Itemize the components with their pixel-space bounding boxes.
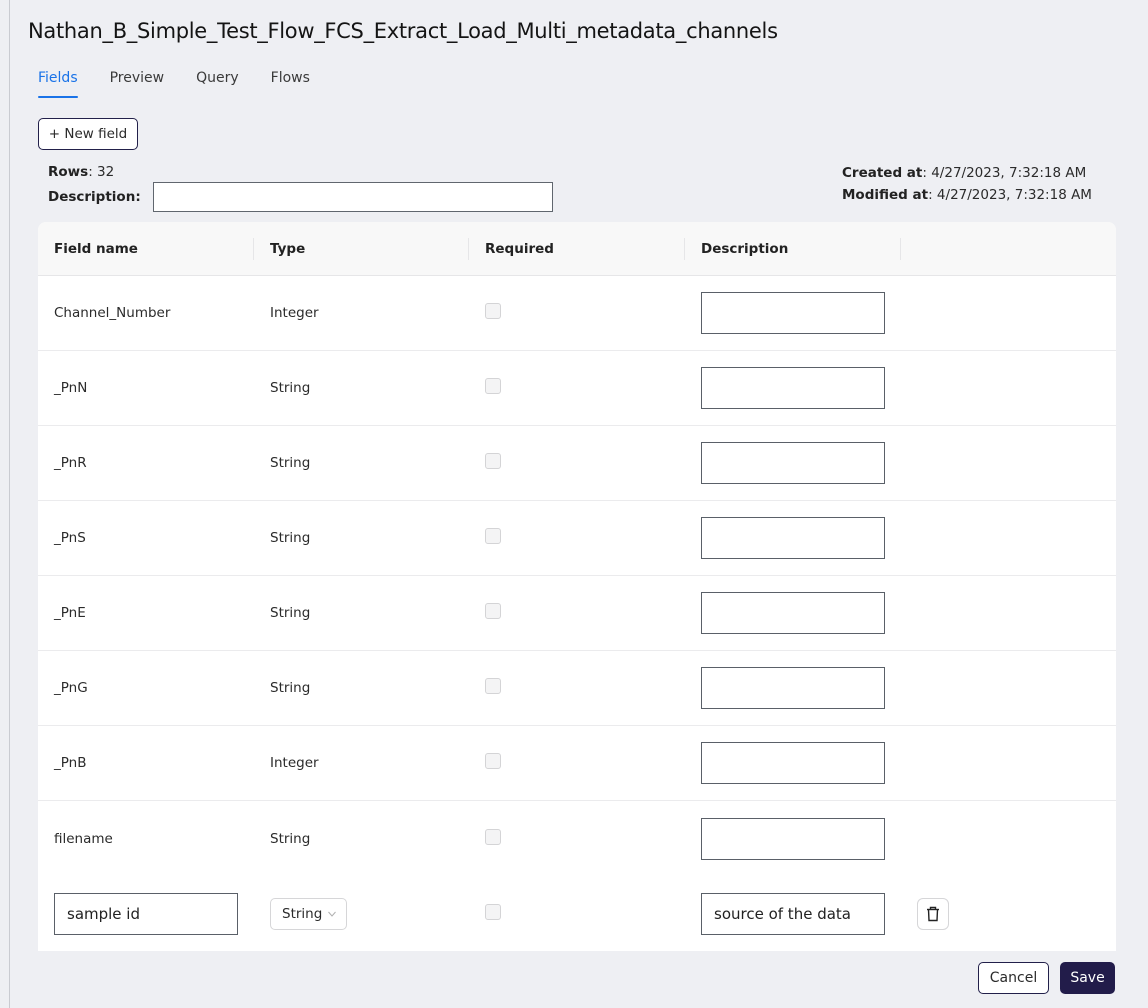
field-type-cell: Integer: [270, 305, 319, 321]
field-name-cell: _PnE: [54, 605, 86, 621]
table-row: filename String: [38, 801, 1116, 876]
description-cell-input[interactable]: [701, 592, 885, 634]
description-label: Description:: [48, 189, 141, 205]
created-label: Created at: [842, 165, 923, 181]
delete-field-button[interactable]: [917, 897, 949, 930]
field-type-cell: String: [270, 455, 311, 471]
description-cell-input[interactable]: [701, 292, 885, 334]
tab-query[interactable]: Query: [196, 68, 239, 98]
field-name-cell: _PnS: [54, 530, 86, 546]
description-row: Description:: [48, 182, 553, 212]
column-header-field-name: Field name: [38, 237, 254, 260]
tab-flows[interactable]: Flows: [271, 68, 310, 98]
tab-preview[interactable]: Preview: [110, 68, 165, 98]
rows-label: Rows: [48, 164, 89, 180]
tab-bar: Fields Preview Query Flows: [38, 68, 342, 98]
required-checkbox[interactable]: [485, 453, 501, 469]
field-type-cell: String: [270, 530, 311, 546]
required-checkbox[interactable]: [485, 303, 501, 319]
field-type-cell: String: [270, 830, 311, 847]
rows-info: Rows : 32: [48, 162, 114, 182]
tab-fields[interactable]: Fields: [38, 68, 78, 98]
new-field-button[interactable]: + New field: [38, 118, 138, 150]
description-cell-input[interactable]: [701, 367, 885, 409]
column-header-type: Type: [254, 237, 469, 260]
description-cell-input[interactable]: [701, 517, 885, 559]
table-row: _PnS String: [38, 501, 1116, 576]
description-cell-input[interactable]: [701, 667, 885, 709]
table-body: Channel_Number Integer _PnN String _PnR …: [38, 276, 1116, 876]
required-checkbox[interactable]: [485, 378, 501, 394]
left-panel-divider: [9, 0, 10, 1008]
column-header-actions: [901, 238, 1116, 260]
table-row: _PnE String: [38, 576, 1116, 651]
field-name-cell: _PnR: [54, 455, 87, 471]
table-header: Field name Type Required Description: [38, 222, 1116, 276]
cancel-button[interactable]: Cancel: [978, 962, 1049, 994]
modified-label: Modified at: [842, 187, 929, 203]
timestamps: Created at : 4/27/2023, 7:32:18 AM Modif…: [842, 162, 1092, 206]
table-row-new: String: [38, 876, 1116, 951]
required-checkbox[interactable]: [485, 903, 501, 920]
field-type-cell: String: [270, 380, 311, 396]
field-name-cell: _PnG: [54, 680, 88, 696]
trash-icon: [927, 906, 939, 921]
chevron-down-icon: [328, 911, 337, 917]
required-checkbox[interactable]: [485, 528, 501, 544]
table-row: _PnN String: [38, 351, 1116, 426]
table-row: _PnR String: [38, 426, 1116, 501]
field-name-cell: _PnB: [54, 755, 87, 771]
page-title: Nathan_B_Simple_Test_Flow_FCS_Extract_Lo…: [28, 19, 778, 43]
field-name-cell: filename: [54, 830, 113, 847]
save-button[interactable]: Save: [1060, 962, 1115, 994]
table-row: _PnB Integer: [38, 726, 1116, 801]
field-name-cell: Channel_Number: [54, 305, 171, 321]
type-select-value: String: [282, 905, 323, 922]
field-type-cell: String: [270, 605, 311, 621]
column-header-description: Description: [685, 237, 901, 260]
required-checkbox[interactable]: [485, 603, 501, 619]
required-checkbox[interactable]: [485, 828, 501, 845]
required-checkbox[interactable]: [485, 753, 501, 769]
field-name-input[interactable]: [54, 892, 238, 935]
required-checkbox[interactable]: [485, 678, 501, 694]
fields-table: Field name Type Required Description Cha…: [38, 222, 1116, 951]
created-value: : 4/27/2023, 7:32:18 AM: [922, 165, 1087, 181]
table-row: _PnG String: [38, 651, 1116, 726]
field-name-cell: _PnN: [54, 380, 88, 396]
description-cell-input[interactable]: [701, 742, 885, 784]
modified-value: : 4/27/2023, 7:32:18 AM: [928, 187, 1092, 203]
type-select[interactable]: String: [270, 897, 348, 930]
field-type-cell: Integer: [270, 755, 319, 771]
description-input[interactable]: [152, 182, 553, 212]
description-cell-input[interactable]: [701, 442, 885, 484]
description-cell-input[interactable]: [701, 892, 885, 935]
rows-value: : 32: [88, 164, 115, 180]
table-row: Channel_Number Integer: [38, 276, 1116, 351]
description-cell-input[interactable]: [701, 817, 885, 860]
column-header-required: Required: [469, 237, 685, 260]
field-type-cell: String: [270, 680, 311, 696]
